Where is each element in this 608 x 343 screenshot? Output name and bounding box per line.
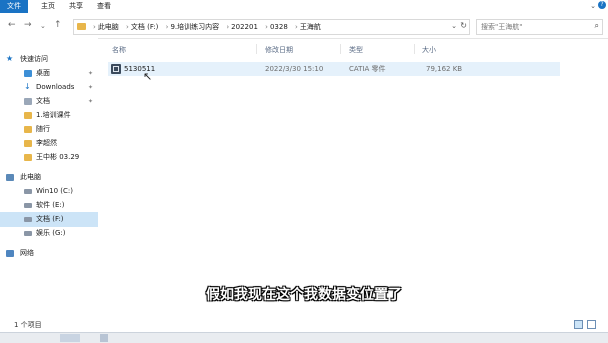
ribbon: 文件 主页 共享 查看 ⌄ ? (0, 0, 608, 14)
star-icon: ★ (6, 54, 14, 63)
drive-icon (24, 217, 32, 222)
network-icon (6, 250, 14, 257)
sidebar-item-desktop[interactable]: 桌面 ✦ (0, 66, 98, 81)
sidebar-item-drive-c[interactable]: Win10 (C:) (0, 184, 98, 199)
column-header-type[interactable]: 类型 (349, 45, 363, 55)
pin-icon: ✦ (88, 84, 94, 91)
sidebar-item-drive-g[interactable]: 娱乐 (G:) (0, 226, 98, 241)
crumb-current[interactable]: 王海航 (300, 23, 321, 31)
forward-button[interactable]: → (24, 20, 32, 30)
document-icon (24, 98, 32, 105)
item-count: 1 个项目 (14, 321, 42, 329)
sidebar-item-folder-2[interactable]: 随行 (0, 122, 98, 137)
mouse-cursor-icon: ↖ (143, 70, 153, 83)
sidebar-item-this-pc[interactable]: 此电脑 (0, 170, 98, 185)
crumb-training[interactable]: 9.培训练习内容 (170, 23, 219, 31)
column-header-name[interactable]: 名称 (112, 45, 126, 55)
file-date: 2022/3/30 15:10 (265, 65, 324, 73)
download-icon: ↓ (24, 82, 31, 91)
folder-icon (24, 140, 32, 147)
file-size: 79,162 KB (426, 65, 463, 73)
sidebar-item-folder-3[interactable]: 李超然 (0, 136, 98, 151)
sidebar-item-quick-access[interactable]: ★ 快速访问 (0, 52, 98, 67)
crumb-day[interactable]: 0328 (270, 23, 288, 31)
address-bar[interactable]: › 此电脑 › 文档 (F:) › 9.培训练习内容 › 202201 › 0328 › 王… (73, 19, 470, 35)
search-placeholder: 搜索"王海航" (481, 23, 523, 31)
sidebar-item-network[interactable]: 网络 (0, 246, 98, 261)
refresh-icon[interactable]: ↻ (460, 21, 467, 30)
sidebar-item-downloads[interactable]: ↓ Downloads ✦ (0, 80, 98, 95)
tab-file[interactable]: 文件 (0, 0, 28, 13)
search-icon: ⌕ (594, 21, 599, 30)
crumb-drive[interactable]: 文档 (F:) (131, 23, 159, 31)
status-bar: 1 个项目 (0, 318, 608, 332)
address-dropdown-icon[interactable]: ⌄ (451, 22, 457, 30)
folder-icon (24, 154, 32, 161)
pin-icon: ✦ (88, 70, 94, 77)
pin-icon: ✦ (88, 98, 94, 105)
column-divider[interactable] (256, 44, 257, 54)
folder-icon (77, 23, 86, 30)
drive-icon (24, 189, 32, 194)
tab-share[interactable]: 共享 (64, 0, 88, 13)
column-divider[interactable] (414, 44, 415, 54)
sidebar-item-training[interactable]: 1.培训课件 (0, 108, 98, 123)
navigation-pane: ★ 快速访问 桌面 ✦ ↓ Downloads ✦ 文档 ✦ 1.培训课件 随行… (0, 38, 98, 318)
crumb-month[interactable]: 202201 (231, 23, 258, 31)
details-view-icon[interactable] (574, 320, 583, 329)
recent-dropdown-icon[interactable]: ⌄ (40, 22, 46, 30)
file-type: CATIA 零件 (349, 65, 386, 73)
sidebar-item-drive-e[interactable]: 软件 (E:) (0, 198, 98, 213)
back-button[interactable]: ← (8, 20, 16, 30)
up-button[interactable]: ↑ (54, 20, 62, 30)
file-list: 名称 修改日期 类型 大小 5130511 2022/3/30 15:10 CA… (100, 38, 608, 318)
catia-part-icon (111, 64, 121, 74)
drive-icon (24, 203, 32, 208)
expand-ribbon-icon[interactable]: ⌄ (590, 2, 596, 10)
desktop-icon (24, 70, 32, 77)
taskbar-app[interactable] (100, 334, 108, 342)
sidebar-item-drive-f[interactable]: 文档 (F:) (0, 212, 98, 227)
folder-icon (24, 112, 32, 119)
large-icons-view-icon[interactable] (587, 320, 596, 329)
tab-home[interactable]: 主页 (36, 0, 60, 13)
folder-icon (24, 126, 32, 133)
breadcrumb: › 此电脑 › 文档 (F:) › 9.培训练习内容 › 202201 › 0328 › 王… (93, 23, 321, 31)
address-row: ← → ⌄ ↑ › 此电脑 › 文档 (F:) › 9.培训练习内容 › 202201 … (0, 14, 608, 39)
crumb-this-pc[interactable]: 此电脑 (98, 23, 119, 31)
column-divider[interactable] (340, 44, 341, 54)
column-header-date[interactable]: 修改日期 (265, 45, 293, 55)
help-icon[interactable]: ? (598, 1, 606, 9)
column-header-size[interactable]: 大小 (422, 45, 436, 55)
sidebar-item-documents[interactable]: 文档 ✦ (0, 94, 98, 109)
tab-view[interactable]: 查看 (92, 0, 116, 13)
pc-icon (6, 174, 14, 181)
drive-icon (24, 231, 32, 236)
file-row[interactable]: 5130511 2022/3/30 15:10 CATIA 零件 79,162 … (108, 62, 560, 76)
sidebar-item-folder-4[interactable]: 王中彬 03.29 (0, 150, 98, 165)
video-subtitle: 假如我现在这个我数据变位置了 (206, 287, 402, 303)
taskbar-app[interactable] (60, 334, 80, 342)
search-box[interactable]: 搜索"王海航" ⌕ (476, 19, 603, 35)
taskbar (0, 332, 608, 343)
